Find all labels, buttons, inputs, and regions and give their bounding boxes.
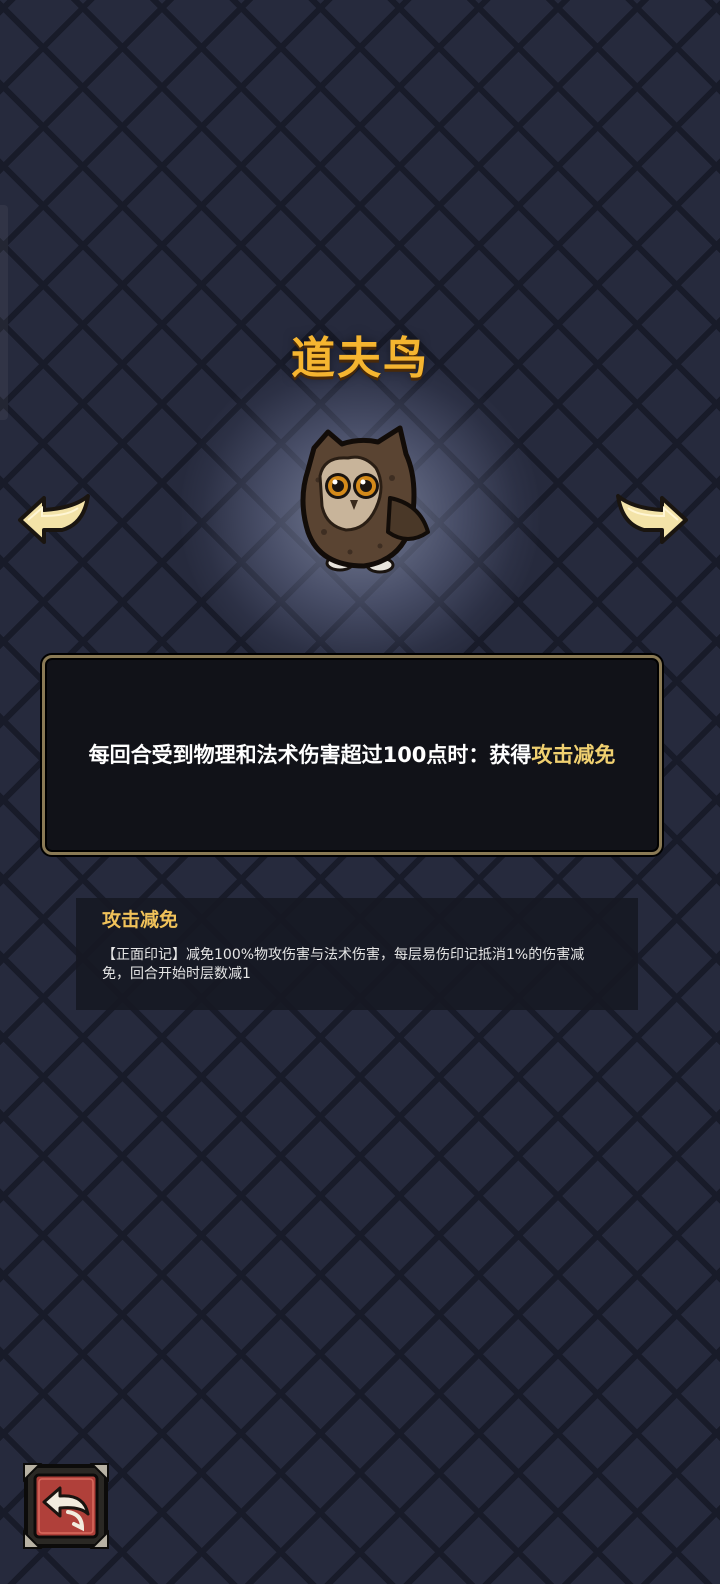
description-main-text: 每回合受到物理和法术伤害超过100点时：获得 (88, 743, 532, 767)
left-arrow-icon (18, 494, 90, 544)
next-arrow-button[interactable] (612, 490, 692, 550)
return-arrow-icon (23, 1463, 109, 1549)
keyword-description: 【正面印记】减免100%物攻伤害与法术伤害，每层易伤印记抵消1%的伤害减免，回合… (102, 947, 585, 982)
description-keyword-link[interactable]: 攻击减免 (531, 743, 615, 767)
skill-description: 每回合受到物理和法术伤害超过100点时：获得攻击减免 (89, 739, 616, 771)
back-button[interactable] (22, 1462, 110, 1550)
prev-arrow-button[interactable] (14, 490, 94, 550)
right-arrow-icon (616, 494, 688, 544)
skill-description-box: 每回合受到物理和法术伤害超过100点时：获得攻击减免 (42, 655, 662, 855)
keyword-tooltip-panel: 攻击减免 【正面印记】减免100%物攻伤害与法术伤害，每层易伤印记抵消1%的伤害… (76, 898, 638, 1010)
character-name: 道夫鸟 (291, 333, 429, 384)
owl-portrait (280, 420, 440, 580)
keyword-title: 攻击减免 (102, 909, 179, 931)
side-edge-tab (0, 205, 8, 420)
